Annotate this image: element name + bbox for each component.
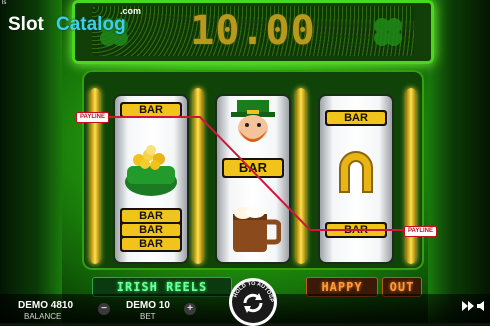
balance-label: BALANCE <box>24 312 62 321</box>
sound-icon <box>477 301 484 311</box>
fast-forward-icon[interactable] <box>462 300 488 312</box>
spin-icon[interactable] <box>240 290 266 316</box>
bet-decrease-button[interactable]: − <box>98 303 110 315</box>
payline-line <box>104 116 406 231</box>
payline-label-left: PAYLINE <box>76 112 110 123</box>
balance-value: DEMO 4810 <box>18 300 74 311</box>
bet-label: BET <box>140 312 156 321</box>
bet-increase-button[interactable]: + <box>184 303 196 315</box>
bet-value: DEMO 10 <box>126 300 170 311</box>
payline-label-right: PAYLINE <box>404 226 438 237</box>
